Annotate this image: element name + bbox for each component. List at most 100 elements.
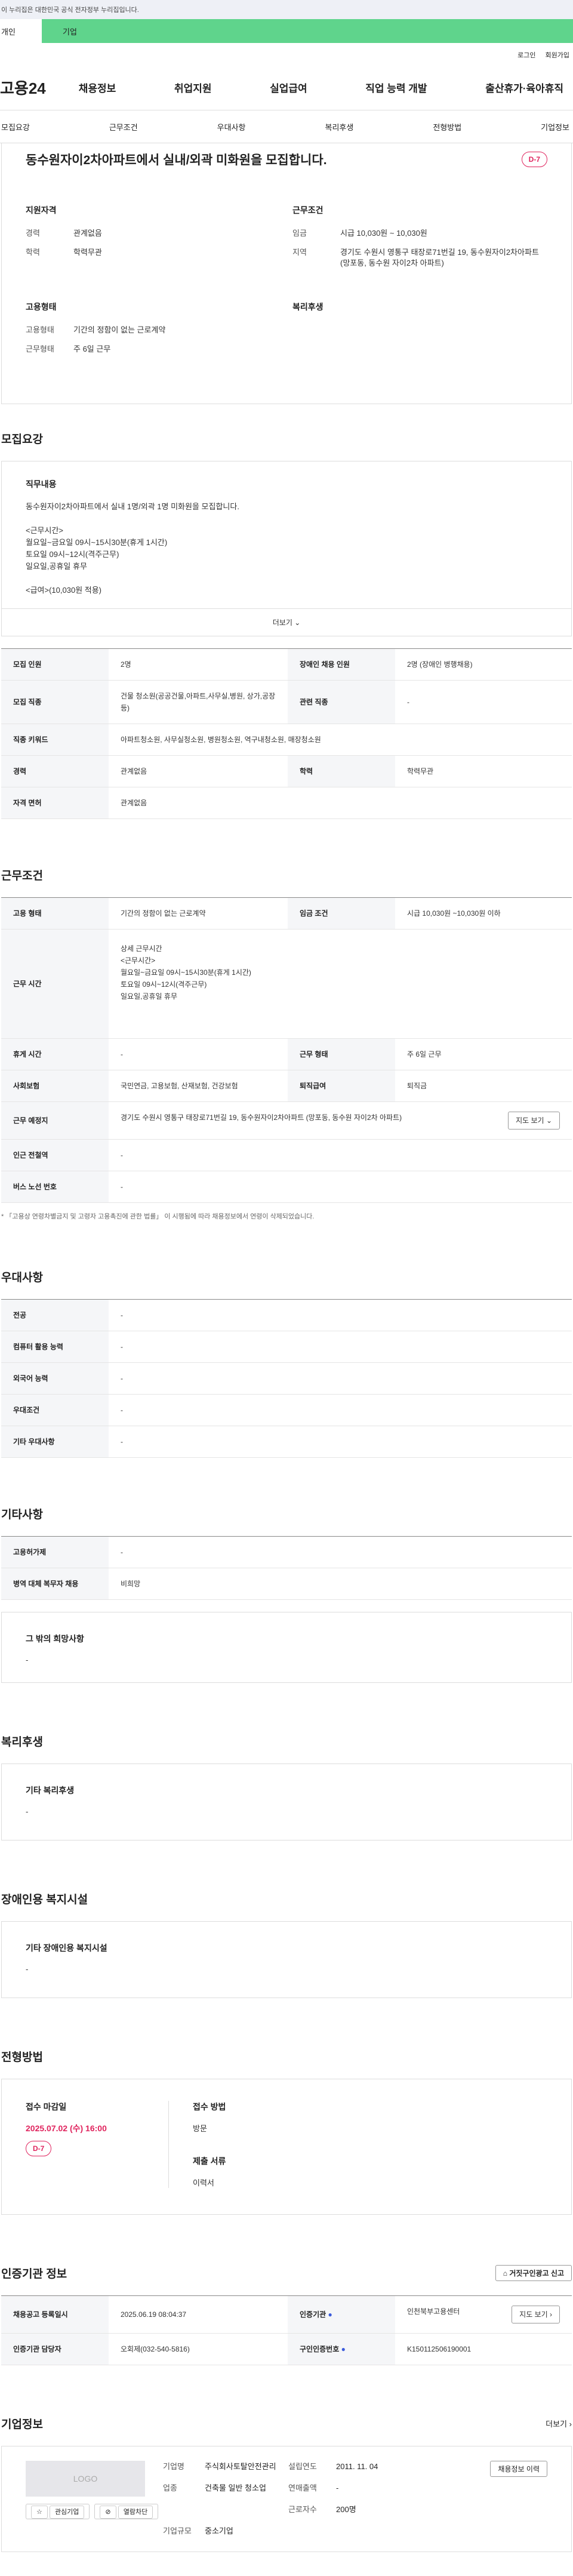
table-row: 사회보험 국민연금, 고용보험, 산재보험, 건강보험 퇴직급여 퇴직금 [1,1070,572,1102]
company-value: 건축물 일반 청소업 [205,2483,266,2492]
table-key: 사회보험 [1,1070,109,1102]
table-key: 채용공고 등록일시 [1,2295,109,2334]
site-logo[interactable]: 고용24 [0,76,46,99]
nav-employment-support[interactable]: 취업지원 [174,80,212,95]
other-wish-box: 그 밖의 희망사항 - [1,1612,572,1683]
facility-box-value: - [26,1965,29,1974]
signup-link[interactable]: 회원가입 [546,50,569,64]
summary-qualification: 지원자격 경력 관계없음 학력 학력무관 [26,204,281,277]
more-button[interactable]: 더보기 ⌄ [1,609,572,636]
table-key: 병역 대체 복무자 채용 [1,1568,109,1600]
map-view-button[interactable]: 지도 보기 › [512,2306,560,2323]
table-key: 근무 형태 [288,1038,395,1070]
table-row: 휴게 시간 - 근무 형태 주 6일 근무 [1,1038,572,1070]
table-row: 우대조건 - [1,1394,572,1426]
anchor-tab-apply[interactable]: 전형방법 [433,121,461,133]
work-place-value: 경기도 수원시 영통구 태장로71번길 19, 동수원자이2차아파트 (망포동,… [121,1113,402,1122]
table-key: 고용허가제 [1,1536,109,1568]
table-row: 컴퓨터 활용 능력 - [1,1331,572,1363]
anchor-tab-company[interactable]: 기업정보 [541,121,569,133]
table-key: 자격 면허 [1,787,109,819]
etc-table: 고용허가제 - 병역 대체 복무자 채용 비희망 [1,1536,572,1600]
company-key: 설립연도 [288,2462,317,2471]
global-nav: 채용정보 취업지원 실업급여 직업 능력 개발 출산휴가·육아휴직 [79,80,573,95]
pref-table: 전공 - 컴퓨터 활용 능력 - 외국어 능력 - 우대조건 - 기타 우대사항 - [1,1299,572,1458]
table-value: 건물 청소원(공공건물,아파트,사무실,병원, 상가,공장 등) [109,680,288,724]
company-header: 기업정보 더보기 › [1,2415,572,2432]
help-icon[interactable]: ● [328,2310,332,2319]
table-value: 퇴직금 [395,1070,572,1102]
section-title-company: 기업정보 [1,2418,43,2431]
summary-cond-title: 근무조건 [292,205,324,215]
nav-parental-leave[interactable]: 출산휴가·육아휴직 [485,80,563,95]
table-row: 근무 시간 상세 근무시간 <근무시간> 월요일~금요일 09시~15시30분(… [1,929,572,1039]
section-title-work: 근무조건 [1,870,43,882]
summary-value: 주 6일 근무 [73,344,111,353]
duty-text: 동수원자이2차아파트에서 실내 1명/외곽 1명 미화원을 모집합니다. <근무… [26,502,239,595]
table-row: 경력 관계없음 학력 학력무관 [1,755,572,787]
table-row: 자격 면허 관계없음 [1,787,572,819]
user-type-tabs: 개인 기업 [0,19,573,43]
table-row: 모집 직종 건물 청소원(공공건물,아파트,사무실,병원, 상가,공장 등) 관… [1,680,572,724]
company-info-grid: 기업명 주식회사토탈안전관리 설립연도 2011. 11. 04 업종 건축물 … [163,2461,402,2537]
table-value: 관계없음 [109,755,288,787]
company-value: - [336,2483,339,2492]
map-view-button[interactable]: 지도 보기 ⌄ [508,1112,560,1129]
hiring-history-button[interactable]: 채용정보 이력 [490,2461,547,2477]
login-link[interactable]: 로그인 [517,50,535,64]
table-key: 근무 예정지 [1,1101,109,1140]
company-more-link[interactable]: 더보기 › [546,2418,572,2429]
table-value: 아파트청소원, 사무실청소원, 병원청소원, 역구내청소원, 매장청소원 [109,724,572,756]
favorite-company-button[interactable]: ☆ 관심기업 [26,2504,90,2519]
table-value: 기간의 정함이 없는 근로계약 [109,897,288,930]
company-value: 주식회사토탈안전관리 [205,2462,276,2471]
table-row: 고용 형태 기간의 정함이 없는 근로계약 임금 조건 시급 10,030원 ~… [1,897,572,930]
table-row: 병역 대체 복무자 채용 비희망 [1,1568,572,1600]
table-row: 기타 우대사항 - [1,1426,572,1458]
map-view-label: 지도 보기 [519,2310,548,2319]
section-title-apply: 전형방법 [1,2051,43,2064]
summary-value: 경기도 수원시 영통구 태장로71번길 19, 동수원자이2차아파트 (망포동,… [340,248,539,267]
summary-conditions: 근무조건 임금 시급 10,030원 ~ 10,030원 지역 경기도 수원시 영통… [292,204,547,277]
summary-qual-title: 지원자격 [26,205,57,215]
table-value: - [395,680,572,724]
apply-box: 접수 마감일 2025.07.02 (수) 16:00 D-7 접수 방법 방문… [1,2079,572,2215]
table-row: 인근 전철역 - [1,1139,572,1171]
block-label: 열람차단 [118,2506,153,2519]
chevron-right-icon: › [550,2310,552,2319]
false-ad-report-button[interactable]: ⌂ 거짓구인광고 신고 [495,2265,572,2281]
table-key: 근무 시간 [1,929,109,1039]
job-summary: 지원자격 경력 관계없음 학력 학력무관 근무조건 임금 시급 10,030원 ~ 1… [26,204,547,387]
summary-welfare-title: 복리후생 [292,302,324,312]
block-view-button[interactable]: ⊘ 열람차단 [94,2504,159,2519]
table-value: 비희망 [109,1568,572,1600]
table-row: 모집 인원 2명 장애인 채용 인원 2명 (장애인 병행채용) [1,648,572,681]
main-header: 고용24 채용정보 취업지원 실업급여 직업 능력 개발 출산휴가·육아휴직 [0,64,573,110]
other-wish-title: 그 밖의 희망사항 [26,1634,84,1644]
summary-value: 시급 10,030원 ~ 10,030원 [340,229,427,238]
section-title-welfare: 복리후생 [1,1736,43,1749]
section-title-cert: 인증기관 정보 [1,2268,67,2280]
welfare-box: 기타 복리후생 - [1,1764,572,1841]
table-value-cell: 지도 보기 ⌄ 경기도 수원시 영통구 태장로71번길 19, 동수원자이2차아… [109,1101,572,1140]
table-key-cell: 인증기관 ● [288,2295,395,2334]
company-key: 근로자수 [288,2505,317,2514]
nav-unemployment-benefit[interactable]: 실업급여 [270,80,307,95]
nav-job-info[interactable]: 채용정보 [79,80,116,95]
tab-company[interactable]: 기업 [42,19,573,43]
help-icon[interactable]: ● [341,2345,346,2353]
other-wish-value: - [26,1655,29,1664]
table-value: - [109,1394,572,1426]
table-value: 상세 근무시간 <근무시간> 월요일~금요일 09시~15시30분(휴게 1시간… [109,929,572,1039]
anchor-tab-welfare[interactable]: 복리후생 [325,121,353,133]
summary-label: 임금 [292,229,307,238]
anchor-tab-pref[interactable]: 우대사항 [217,121,246,133]
anchor-tab-recruit[interactable]: 모집요강 [1,121,30,133]
tab-personal[interactable]: 개인 [0,19,42,43]
table-row: 근무 예정지 지도 보기 ⌄ 경기도 수원시 영통구 태장로71번길 19, 동… [1,1101,572,1140]
table-value: 시급 10,030원 ~10,030원 이하 [395,897,572,930]
facility-box: 기타 장애인용 복지시설 - [1,1921,572,1998]
nav-vocational-training[interactable]: 직업 능력 개발 [365,80,427,95]
cert-table: 채용공고 등록일시 2025.06.19 08:04:37 인증기관 ● 지도 … [1,2295,572,2365]
anchor-tab-work[interactable]: 근무조건 [109,121,138,133]
